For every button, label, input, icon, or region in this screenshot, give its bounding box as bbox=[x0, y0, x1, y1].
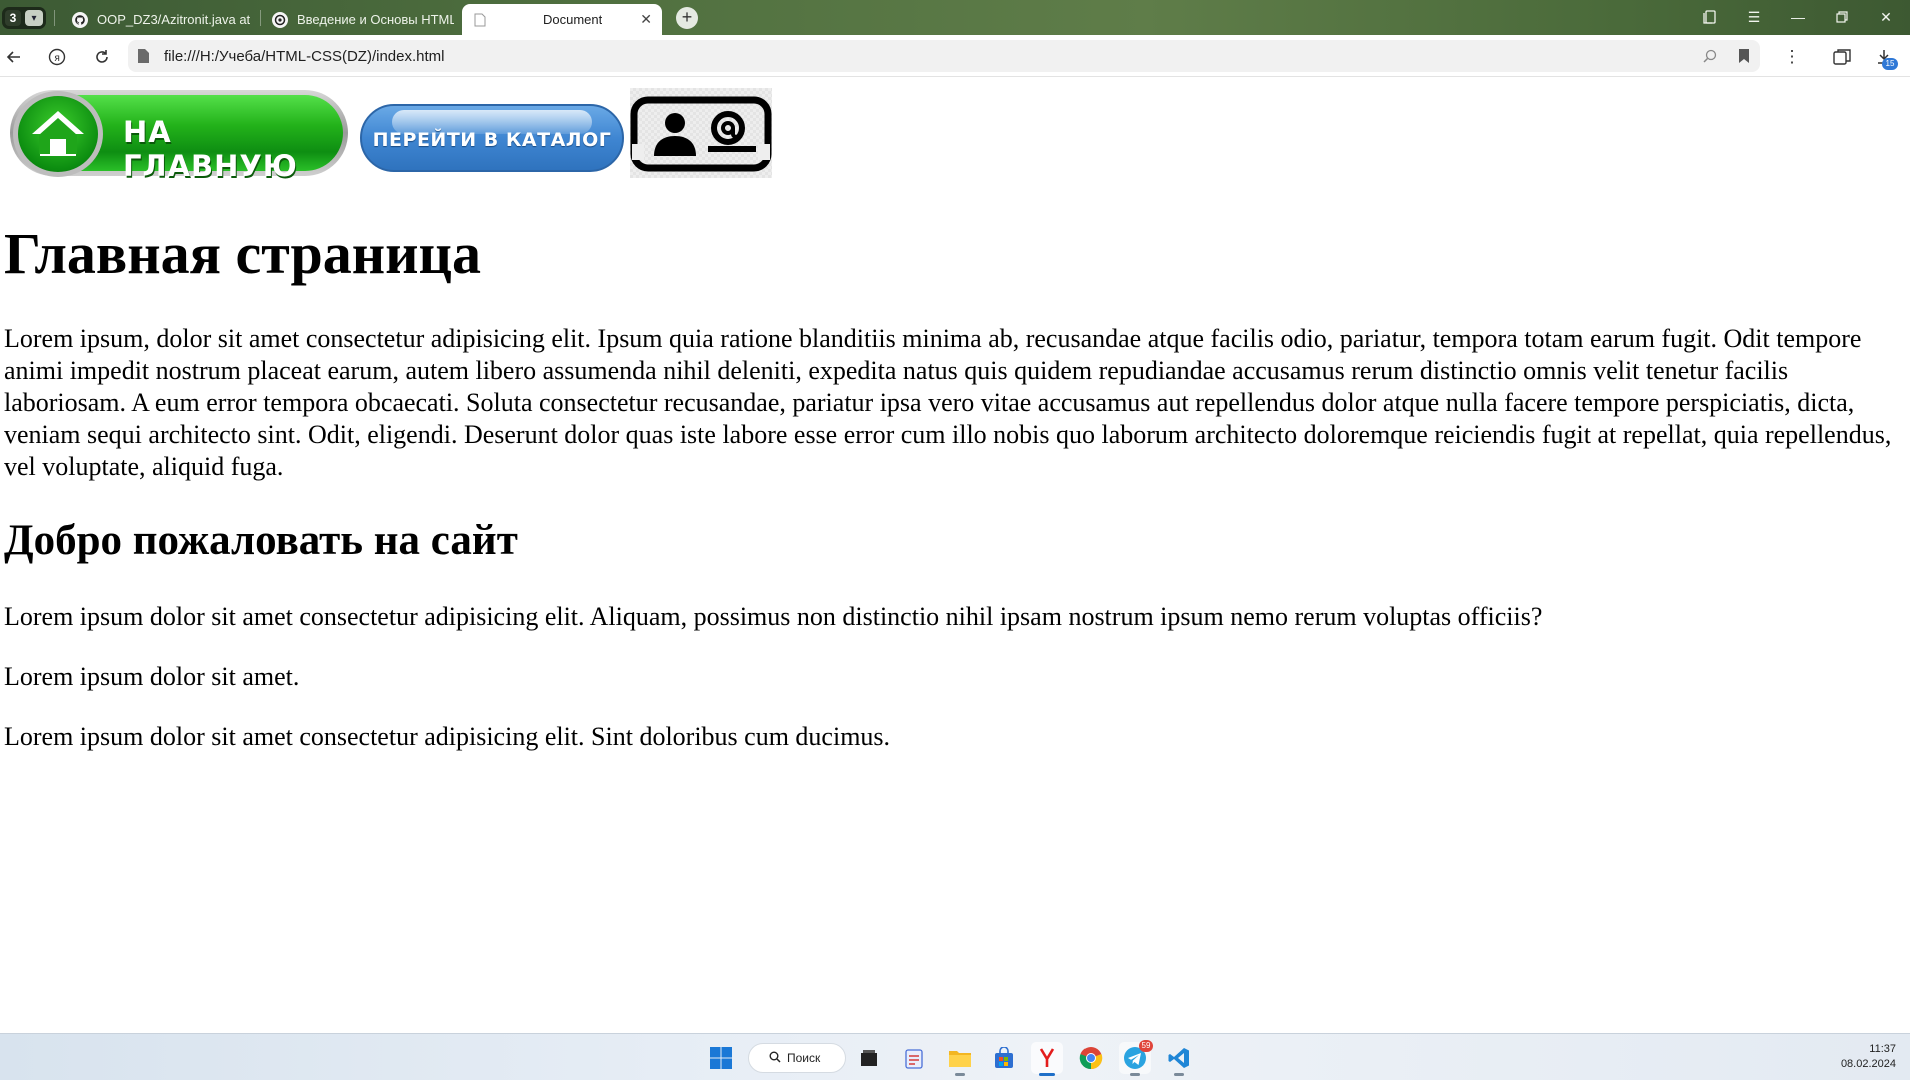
collections-icon[interactable] bbox=[1830, 45, 1854, 69]
tab-separator bbox=[260, 10, 261, 26]
chevron-down-icon: ▾ bbox=[25, 10, 43, 26]
tab-separator bbox=[54, 10, 55, 26]
tab-document-active[interactable]: Document ✕ bbox=[462, 4, 662, 35]
yandex-icon[interactable]: я bbox=[45, 45, 69, 69]
address-bar[interactable]: file:///H:/Учеба/HTML-CSS(DZ)/index.html bbox=[128, 40, 1760, 72]
svg-text:я: я bbox=[54, 53, 60, 64]
tab-title: Введение и Основы HTML bbox=[297, 12, 454, 27]
catalog-button-label: ПЕРЕЙТИ В КАТАЛОГ bbox=[372, 129, 612, 151]
house-icon bbox=[13, 91, 103, 177]
file-explorer-icon[interactable] bbox=[944, 1042, 976, 1076]
bookmark-icon[interactable] bbox=[1736, 48, 1752, 64]
clock-time: 11:37 bbox=[1869, 1043, 1896, 1055]
paragraph-2: Lorem ipsum dolor sit amet. bbox=[4, 662, 300, 691]
restore-icon[interactable] bbox=[1830, 6, 1854, 28]
page-title: Главная страница bbox=[4, 221, 481, 286]
home-button-label: НА ГЛАВНУЮ bbox=[123, 115, 298, 183]
paragraph-3: Lorem ipsum dolor sit amet consectetur a… bbox=[4, 722, 891, 751]
bookmarks-panel-icon[interactable] bbox=[1698, 6, 1722, 28]
tab-github[interactable]: OOP_DZ3/Azitronit.java at bbox=[62, 4, 252, 35]
search-icon bbox=[769, 1051, 781, 1066]
telegram-icon[interactable]: 59 bbox=[1119, 1040, 1153, 1076]
reload-icon[interactable] bbox=[90, 45, 114, 69]
notepad-app-icon[interactable] bbox=[898, 1042, 930, 1074]
document-icon bbox=[472, 12, 488, 28]
clock-date: 08.02.2024 bbox=[1840, 1058, 1896, 1070]
telegram-badge: 59 bbox=[1139, 1040, 1153, 1052]
running-indicator bbox=[1174, 1073, 1184, 1076]
vscode-icon[interactable] bbox=[1163, 1042, 1195, 1076]
close-tab-icon[interactable]: ✕ bbox=[640, 11, 652, 28]
close-window-icon[interactable]: ✕ bbox=[1874, 6, 1898, 28]
contact-card-icon bbox=[630, 96, 772, 172]
address-url: file:///H:/Учеба/HTML-CSS(DZ)/index.html bbox=[164, 47, 445, 65]
taskbar-search[interactable]: Поиск bbox=[748, 1043, 846, 1073]
page-info-icon[interactable] bbox=[136, 48, 150, 64]
welcome-heading: Добро пожаловать на сайт bbox=[4, 517, 518, 564]
home-nav-button[interactable]: НА ГЛАВНУЮ bbox=[10, 90, 348, 183]
tab-count: 3 bbox=[5, 10, 21, 26]
tab-title: Document bbox=[543, 12, 603, 27]
web-page: НА ГЛАВНУЮ ПЕРЕЙТИ В КАТАЛОГ Главная стр… bbox=[0, 78, 1910, 1033]
windows-start-icon[interactable] bbox=[705, 1042, 737, 1074]
github-icon bbox=[72, 11, 88, 28]
minimize-icon[interactable]: — bbox=[1786, 6, 1810, 28]
system-clock[interactable]: 11:37 08.02.2024 bbox=[1841, 1042, 1896, 1072]
tab-html-course[interactable]: Введение и Основы HTML bbox=[262, 4, 454, 35]
contact-nav-button[interactable] bbox=[630, 88, 772, 178]
running-indicator bbox=[1130, 1073, 1140, 1076]
catalog-nav-button[interactable]: ПЕРЕЙТИ В КАТАЛОГ bbox=[360, 104, 624, 172]
intro-paragraph: Lorem ipsum, dolor sit amet consectetur … bbox=[4, 324, 1892, 481]
tab-counter-button[interactable]: 3 ▾ bbox=[2, 7, 46, 29]
menu-icon[interactable]: ☰ bbox=[1742, 6, 1766, 28]
zoom-icon[interactable] bbox=[1702, 48, 1718, 64]
microsoft-store-icon[interactable] bbox=[988, 1042, 1020, 1074]
home-button-body: НА ГЛАВНУЮ bbox=[13, 91, 343, 183]
search-label: Поиск bbox=[787, 1051, 821, 1065]
tab-title: OOP_DZ3/Azitronit.java at bbox=[97, 12, 251, 27]
yandex-browser-icon[interactable] bbox=[1031, 1042, 1063, 1076]
task-view-icon[interactable] bbox=[853, 1042, 885, 1074]
browser-toolbar: я file:///H:/Учеба/HTML-CSS(DZ)/index.ht… bbox=[0, 35, 1910, 77]
windows-taskbar: Поиск 59 11:37 08.02.2024 bbox=[0, 1033, 1910, 1080]
openai-icon bbox=[272, 11, 288, 28]
downloads-badge: 15 bbox=[1882, 58, 1898, 70]
browser-tab-bar: 3 ▾ OOP_DZ3/Azitronit.java at Введение и… bbox=[0, 0, 1910, 35]
running-indicator bbox=[955, 1073, 965, 1076]
paragraph-1: Lorem ipsum dolor sit amet consectetur a… bbox=[4, 602, 1543, 631]
chrome-icon[interactable] bbox=[1075, 1042, 1107, 1074]
back-icon[interactable] bbox=[2, 45, 26, 69]
running-indicator bbox=[1039, 1073, 1055, 1076]
more-options-icon[interactable]: ⋮ bbox=[1780, 45, 1804, 69]
new-tab-button[interactable]: + bbox=[676, 7, 698, 29]
